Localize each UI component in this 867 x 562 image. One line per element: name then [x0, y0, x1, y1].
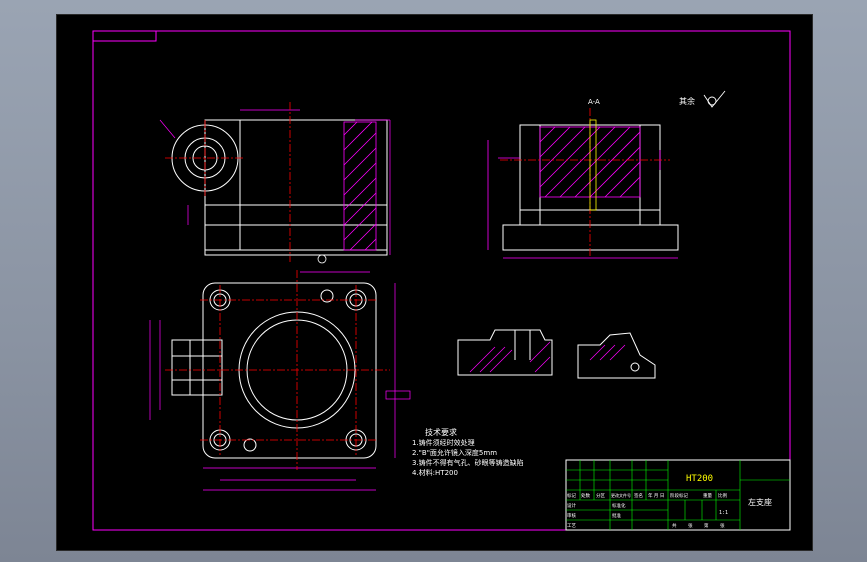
stage-label: 阶段标记: [670, 492, 688, 499]
detail-view-left-hatch: [469, 341, 551, 373]
front-view-dimensions: [159, 109, 391, 255]
sheet-label: 张: [688, 522, 693, 529]
section-label: A-A: [588, 98, 600, 106]
part-name: 左支座: [748, 497, 772, 507]
row-label: 分区: [596, 492, 605, 499]
sheet-label: 共: [672, 522, 677, 529]
sheet-label: 第: [704, 522, 709, 529]
stage-label: 重量: [703, 492, 712, 499]
role-label: 审核: [567, 512, 576, 519]
tech-notes-heading: 技术要求: [425, 427, 457, 437]
top-view-centerlines: [165, 270, 390, 470]
drawing-number-box: [92, 30, 157, 42]
tech-note-item: 4.材料:HT200: [412, 468, 458, 477]
check-roughness-icon: [703, 90, 726, 108]
datum-b-icon: [317, 254, 327, 264]
roughness-label: 其余: [679, 96, 695, 106]
sub-label: 标准化: [612, 502, 626, 509]
detail-view-right-hatch: [589, 344, 626, 361]
tech-note-item: 2."B"面允许镜入深度5mm: [412, 448, 497, 457]
section-view-hatch: [487, 126, 678, 259]
top-view-dimensions: [149, 271, 411, 491]
title-block: HT200 左支座 1:1 标记 处数 分区 更改文件号 签名 年 月 日 设计…: [565, 459, 791, 531]
tech-note-item: 1.铸件须经时效处理: [412, 438, 475, 447]
row-label: 处数: [581, 492, 590, 499]
material-value: HT200: [686, 474, 713, 484]
front-view-hatch: [343, 121, 377, 251]
row-label: 年 月 日: [648, 492, 664, 499]
top-view: [171, 282, 377, 459]
tech-notes: 技术要求 1.铸件须经时效处理 2."B"面允许镜入深度5mm 3.铸件不得有气…: [412, 427, 524, 477]
front-view: [171, 119, 388, 256]
row-label: 签名: [634, 492, 643, 499]
section-view-centerlines: [500, 108, 670, 258]
sub-label: 批准: [612, 512, 621, 519]
row-label: 标记: [567, 492, 576, 499]
detail-view-right: [577, 332, 656, 379]
scale-value: 1:1: [719, 510, 728, 516]
engineering-drawing: A-A 其余 技术要求 1.铸件须经时效处理 2."B"面允许镜入深度5mm 3…: [92, 30, 791, 531]
section-view: [502, 124, 679, 251]
detail-view-left: [457, 329, 553, 376]
tech-note-item: 3.铸件不得有气孔、砂眼等铸造缺陷: [412, 458, 524, 467]
stage-label: 比例: [718, 492, 727, 499]
sheet-label: 张: [720, 522, 725, 529]
row-label: 更改文件号: [611, 492, 631, 498]
role-label: 设计: [567, 502, 576, 509]
role-label: 工艺: [567, 523, 576, 529]
